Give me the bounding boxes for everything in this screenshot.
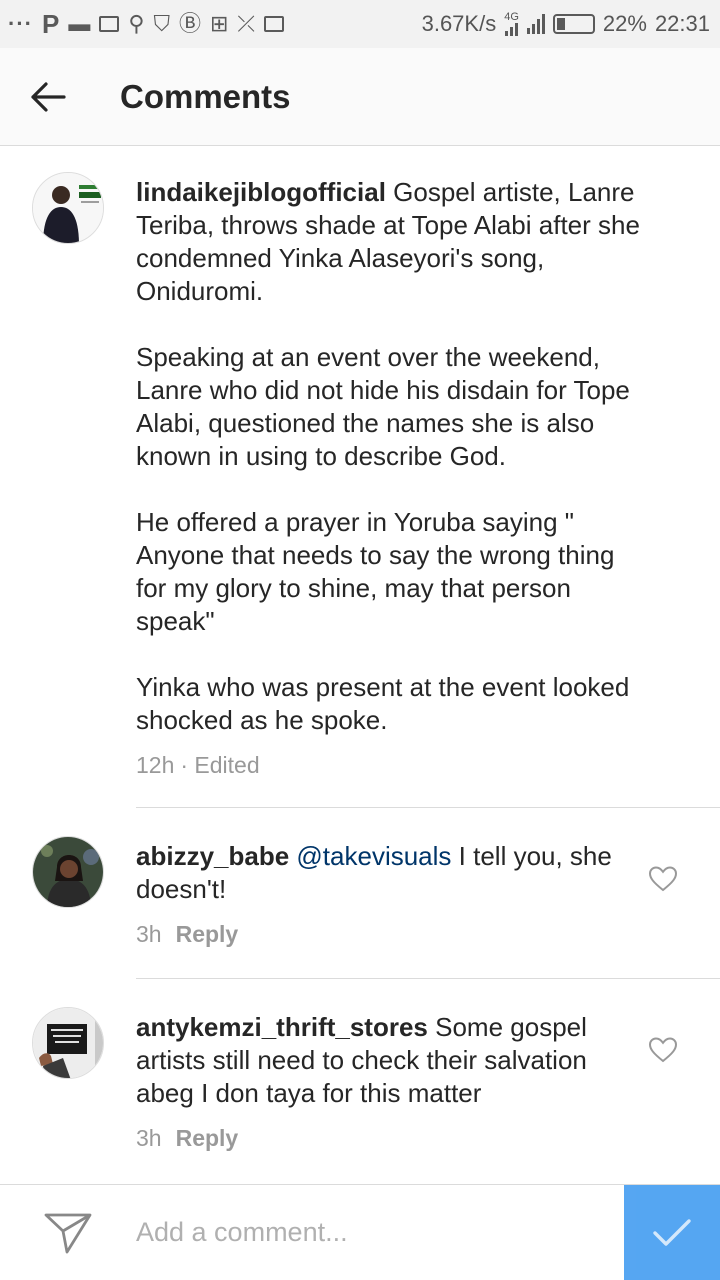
caption-username[interactable]: lindaikejiblogofficial <box>136 177 386 207</box>
comment-username[interactable]: antykemzi_thrift_stores <box>136 1012 428 1042</box>
back-button[interactable] <box>0 48 96 146</box>
notification-icons: ··· P ▬ ⚲ ⛉ Ⓑ ⊞ ⤫ <box>8 9 285 39</box>
signal-4g-icon <box>505 22 519 36</box>
back-arrow-icon <box>31 81 66 112</box>
edited-label: · Edited <box>180 752 260 778</box>
clock: 22:31 <box>654 11 710 36</box>
comment-input[interactable] <box>136 1184 624 1280</box>
avatar-image <box>33 1008 103 1078</box>
message-icon: ▬ <box>68 11 91 36</box>
caption-time: 12h <box>136 752 175 778</box>
more-notifications-icon: ··· <box>8 11 33 36</box>
commenter-avatar[interactable] <box>32 836 104 908</box>
image-icon <box>264 16 285 32</box>
gmail-icon <box>99 16 120 32</box>
comments-list[interactable]: lindaikejiblogofficial Gospel artiste, L… <box>0 147 720 1184</box>
comment-text: antykemzi_thrift_stores Some gospel arti… <box>136 1011 650 1110</box>
comment-time: 3h <box>136 921 162 947</box>
comment-item: antykemzi_thrift_stores Some gospel arti… <box>0 979 720 1172</box>
caption-meta: 12h · Edited <box>136 752 650 779</box>
caption-paragraph: Speaking at an event over the weekend, L… <box>136 342 630 471</box>
caption-text: lindaikejiblogofficial Gospel artiste, L… <box>136 176 650 308</box>
shield-icon: ⛉ <box>153 11 170 36</box>
missed-call-icon: ⤫ <box>237 11 256 36</box>
p-app-icon: P <box>41 9 60 39</box>
comment-meta: 3h Reply <box>136 921 650 948</box>
avatar-image <box>33 173 103 243</box>
caption-comment: lindaikejiblogofficial Gospel artiste, L… <box>0 147 720 807</box>
post-comment-button[interactable] <box>624 1184 720 1280</box>
direct-share-button[interactable] <box>0 1185 136 1280</box>
bitcoin-icon: Ⓑ <box>178 11 201 36</box>
network-type-badge: 4G <box>504 12 519 36</box>
app-header: Comments <box>0 48 720 146</box>
status-bar: ··· P ▬ ⚲ ⛉ Ⓑ ⊞ ⤫ 3.67K/s 4G 22% 22:31 <box>0 0 720 48</box>
avatar-image <box>33 837 103 907</box>
battery-icon <box>552 14 595 34</box>
caption-avatar[interactable] <box>32 172 104 244</box>
battery-percent: 22% <box>602 11 647 36</box>
commenter-avatar[interactable] <box>32 1007 104 1079</box>
caption-paragraph: Yinka who was present at the event looke… <box>136 672 630 735</box>
signal-strength-icon <box>526 14 545 34</box>
comment-time: 3h <box>136 1125 162 1151</box>
network-speed: 3.67K/s <box>421 11 497 36</box>
reply-button[interactable]: Reply <box>176 921 239 948</box>
comment-meta: 3h Reply <box>136 1125 650 1152</box>
comment-mention[interactable]: @takevisuals <box>296 841 451 871</box>
comment-username[interactable]: abizzy_babe <box>136 841 289 871</box>
checkmark-icon <box>653 1218 691 1246</box>
comment-text: abizzy_babe @takevisuals I tell you, she… <box>136 840 650 906</box>
reply-button[interactable]: Reply <box>176 1125 239 1152</box>
comment-item: abizzy_babe @takevisuals I tell you, she… <box>0 808 720 978</box>
comment-composer <box>0 1184 720 1280</box>
keyhole-icon: ⚲ <box>128 11 145 36</box>
caption-paragraph: He offered a prayer in Yoruba saying " A… <box>136 507 615 636</box>
network-type-label: 4G <box>504 11 519 23</box>
like-heart-icon[interactable] <box>648 1035 678 1065</box>
system-status: 3.67K/s 4G 22% 22:31 <box>422 11 710 37</box>
battery-plus-icon: ⊞ <box>209 11 229 36</box>
page-title: Comments <box>120 77 291 115</box>
like-heart-icon[interactable] <box>648 864 678 894</box>
paper-plane-icon <box>44 1213 92 1253</box>
